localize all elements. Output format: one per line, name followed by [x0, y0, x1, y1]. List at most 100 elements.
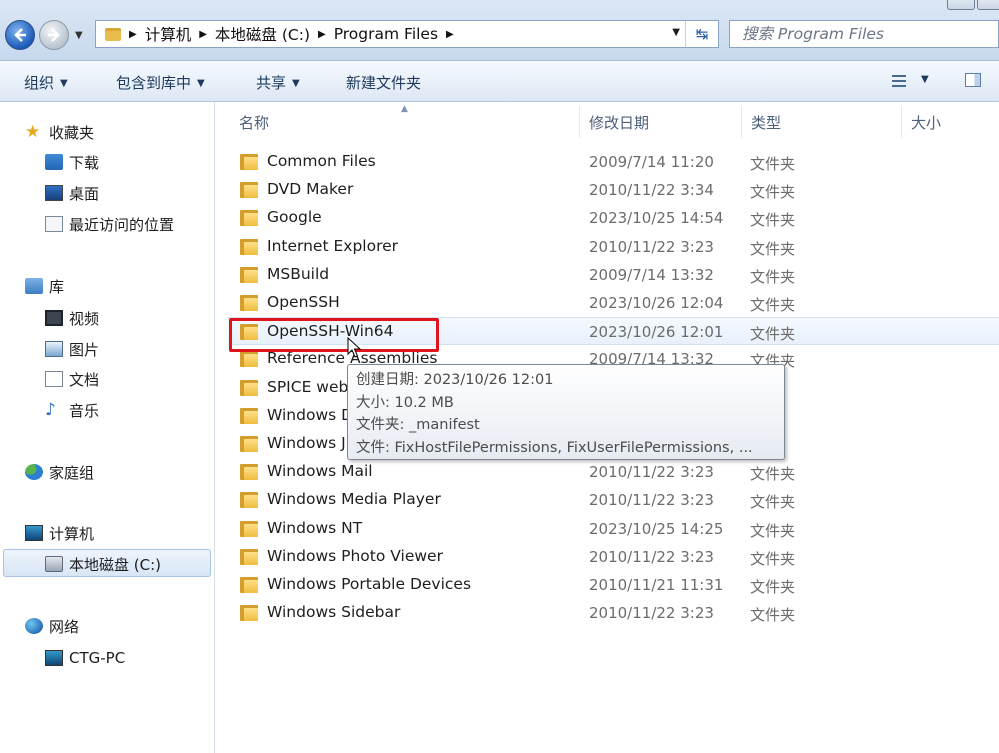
address-dropdown-icon[interactable]: ▼ [672, 27, 680, 38]
column-header-size[interactable]: 大小 [911, 112, 941, 133]
chevron-right-icon[interactable]: ▶ [446, 29, 454, 40]
breadcrumb-local-disk[interactable]: 本地磁盘 (C:) [215, 23, 310, 45]
tooltip-created: 创建日期: 2023/10/26 12:01 [356, 372, 554, 388]
table-row[interactable]: DVD Maker 2010/11/22 3:34 文件夹 [228, 176, 999, 204]
nav-music[interactable]: ♪ 音乐 [45, 399, 99, 421]
file-name[interactable]: Google [267, 208, 322, 226]
chevron-down-icon: ▼ [292, 78, 300, 89]
breadcrumb-program-files[interactable]: Program Files [334, 25, 438, 43]
file-date: 2010/11/22 3:23 [589, 463, 714, 482]
chevron-right-icon[interactable]: ▶ [199, 29, 207, 40]
column-header-modified[interactable]: 修改日期 [589, 112, 649, 133]
file-type: 文件夹 [750, 549, 796, 568]
folder-icon [240, 238, 258, 255]
file-name[interactable]: Windows Mail [267, 462, 373, 480]
file-name[interactable]: Common Files [267, 152, 376, 170]
nav-libraries[interactable]: 库 [25, 275, 64, 297]
view-dropdown-icon[interactable]: ▼ [921, 74, 929, 85]
organize-label: 组织 [24, 74, 55, 92]
chevron-right-icon[interactable]: ▶ [318, 29, 326, 40]
nav-homegroup[interactable]: 家庭组 [25, 461, 94, 483]
table-row[interactable]: Windows Photo Viewer 2010/11/22 3:23 文件夹 [228, 543, 999, 571]
file-date: 2023/10/25 14:54 [589, 209, 724, 228]
breadcrumb-computer[interactable]: 计算机 [145, 23, 192, 45]
view-icon[interactable] [892, 75, 906, 87]
column-divider[interactable] [741, 106, 742, 138]
table-row[interactable]: Google 2023/10/25 14:54 文件夹 [228, 204, 999, 232]
folder-icon [240, 436, 258, 452]
file-name[interactable]: MSBuild [267, 265, 329, 283]
table-row[interactable]: Windows Portable Devices 2010/11/21 11:31… [228, 571, 999, 599]
table-row[interactable]: Windows Media Player 2010/11/22 3:23 文件夹 [228, 486, 999, 514]
file-type: 文件夹 [750, 521, 796, 540]
nav-local-disk[interactable]: 本地磁盘 (C:) [45, 553, 161, 575]
include-in-library-button[interactable]: 包含到库中 ▼ [116, 72, 205, 93]
table-row[interactable]: MSBuild 2009/7/14 13:32 文件夹 [228, 261, 999, 289]
file-name[interactable]: Windows J [267, 434, 346, 452]
file-name[interactable]: Windows Portable Devices [267, 575, 471, 593]
address-bar[interactable]: ▶ 计算机 ▶ 本地磁盘 (C:) ▶ Program Files ▶ ▼ ↹ [95, 20, 719, 48]
file-type: 文件夹 [750, 606, 796, 625]
nav-network-pc[interactable]: CTG-PC [45, 647, 125, 669]
file-name[interactable]: Windows Media Player [267, 490, 441, 508]
star-icon: ★ [25, 122, 41, 142]
nav-recent[interactable]: 最近访问的位置 [45, 213, 174, 235]
file-date: 2023/10/26 12:04 [589, 294, 724, 312]
file-name[interactable]: Windows Sidebar [267, 603, 400, 621]
nav-documents[interactable]: 文档 [45, 368, 99, 390]
network-icon [25, 618, 43, 634]
column-divider[interactable] [579, 106, 580, 138]
recent-pages-dropdown-icon[interactable]: ▼ [75, 30, 83, 41]
back-button[interactable] [5, 20, 35, 50]
table-row[interactable]: OpenSSH 2023/10/26 12:04 文件夹 [228, 289, 999, 317]
new-folder-button[interactable]: 新建文件夹 [346, 72, 421, 93]
file-name[interactable]: Windows D [267, 406, 353, 424]
file-name[interactable]: OpenSSH [267, 293, 340, 311]
minimize-button[interactable] [947, 0, 975, 10]
column-header-name[interactable]: 名称 [239, 112, 269, 133]
folder-icon [240, 605, 258, 622]
nav-favorites-label: 收藏夹 [49, 123, 95, 142]
navigation-pane: ★ 收藏夹 下载 桌面 最近访问的位置 库 视频 图片 文档 ♪ 音乐 家庭组 … [0, 102, 215, 753]
table-row[interactable]: Windows Mail 2010/11/22 3:23 文件夹 [228, 458, 999, 486]
refresh-button[interactable]: ↹ [685, 21, 718, 47]
file-name[interactable]: Internet Explorer [267, 237, 398, 255]
file-name[interactable]: Windows NT [267, 519, 362, 537]
maximize-button[interactable] [977, 0, 999, 10]
file-type: 文件夹 [750, 296, 796, 314]
share-button[interactable]: 共享 ▼ [256, 72, 300, 93]
nav-downloads[interactable]: 下载 [45, 151, 99, 173]
nav-videos[interactable]: 视频 [45, 307, 99, 329]
nav-network[interactable]: 网络 [25, 615, 79, 637]
nav-favorites[interactable]: ★ 收藏夹 [25, 121, 94, 143]
file-name[interactable]: Windows Photo Viewer [267, 547, 443, 565]
search-input[interactable]: 搜索 Program Files [729, 20, 999, 48]
tooltip-files: 文件: FixHostFilePermissions, FixUserFileP… [356, 439, 753, 456]
chevron-right-icon[interactable]: ▶ [129, 29, 137, 40]
file-name[interactable]: DVD Maker [267, 180, 353, 198]
organize-button[interactable]: 组织 ▼ [24, 72, 68, 93]
nav-desktop[interactable]: 桌面 [45, 182, 99, 204]
nav-pictures[interactable]: 图片 [45, 338, 99, 360]
table-row[interactable]: Common Files 2009/7/14 11:20 文件夹 [228, 148, 999, 176]
column-divider[interactable] [901, 106, 902, 138]
file-date: 2009/7/14 13:32 [589, 265, 714, 284]
folder-icon [240, 548, 258, 565]
library-icon [25, 278, 43, 294]
nav-computer[interactable]: 计算机 [25, 522, 94, 544]
folder-icon [240, 464, 258, 481]
table-row[interactable]: Windows Sidebar 2010/11/22 3:23 文件夹 [228, 599, 999, 627]
file-date: 2023/10/26 12:01 [589, 323, 724, 342]
nav-network-pc-label: CTG-PC [69, 649, 126, 667]
table-row[interactable]: Internet Explorer 2010/11/22 3:23 文件夹 [228, 233, 999, 261]
music-icon: ♪ [45, 400, 56, 420]
chevron-down-icon: ▼ [60, 78, 68, 89]
file-name[interactable]: SPICE web [267, 378, 348, 396]
folder-icon [240, 351, 258, 368]
forward-button[interactable] [39, 20, 69, 50]
file-type: 文件夹 [750, 493, 796, 512]
preview-pane-icon[interactable] [965, 73, 981, 87]
nav-computer-label: 计算机 [49, 524, 95, 543]
column-header-type[interactable]: 类型 [751, 112, 781, 133]
table-row[interactable]: Windows NT 2023/10/25 14:25 文件夹 [228, 515, 999, 543]
